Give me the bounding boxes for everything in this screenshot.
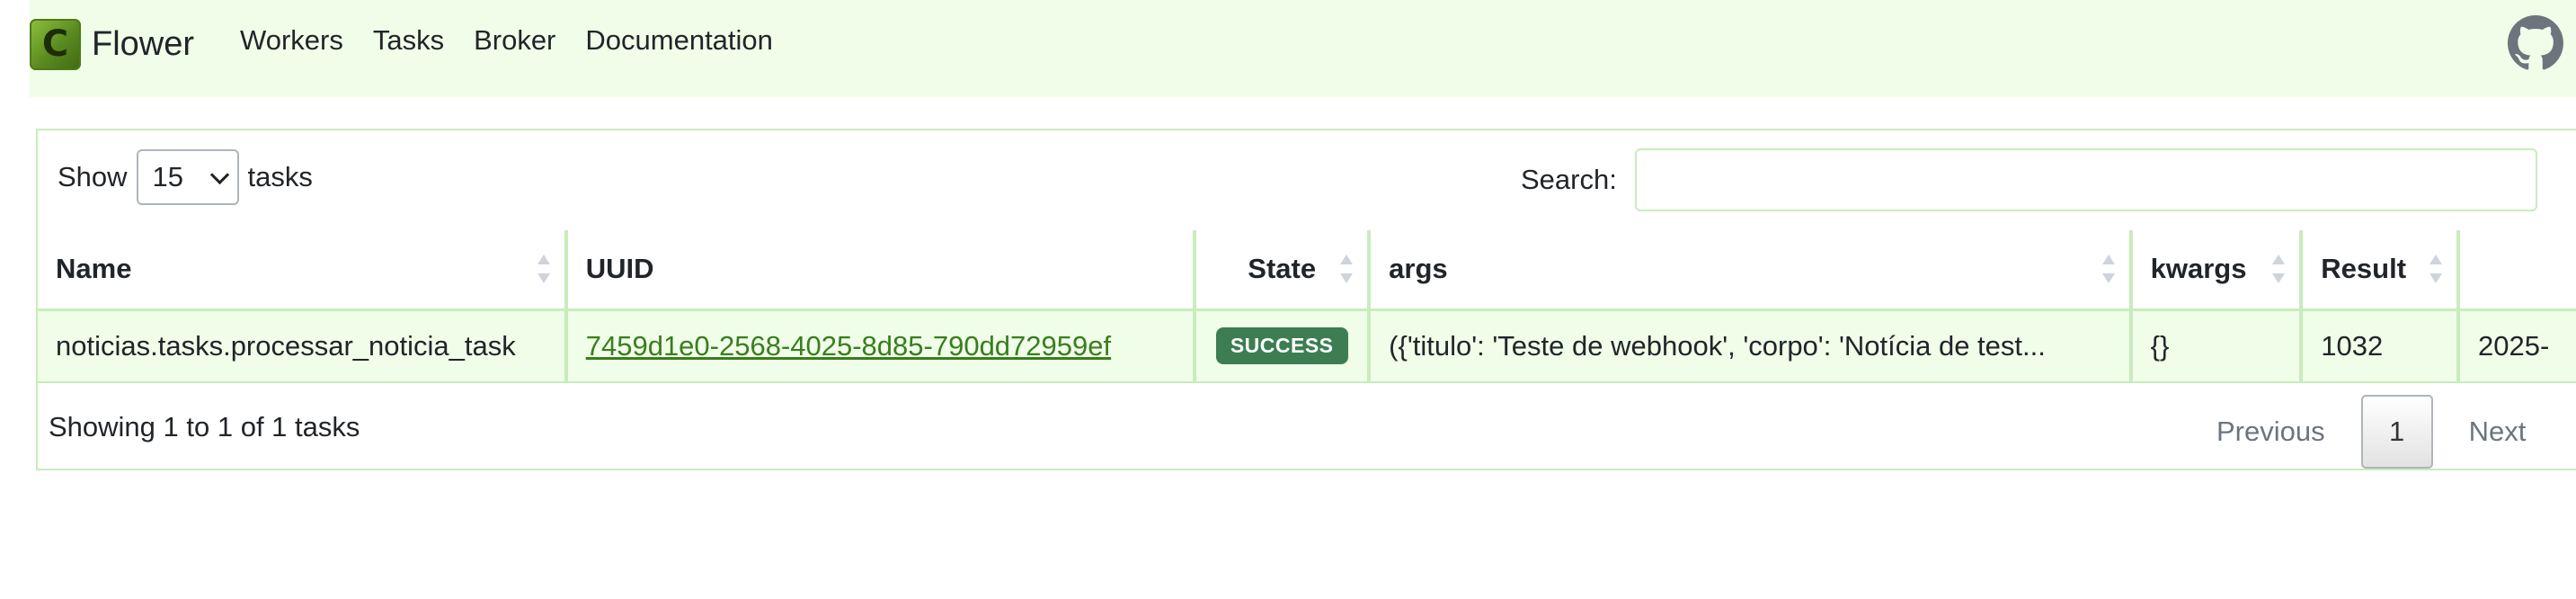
cell-result: 1032 (2299, 309, 2459, 383)
nav-link-documentation[interactable]: Documentation (585, 24, 773, 57)
task-uuid-link[interactable]: 7459d1e0-2568-4025-8d85-790dd72959ef (586, 330, 1111, 362)
previous-page-button[interactable]: Previous (2216, 416, 2325, 448)
cell-kwargs: {} (2128, 309, 2302, 383)
next-page-button[interactable]: Next (2469, 416, 2527, 448)
cell-received: 2025- (2456, 309, 2576, 383)
nav-link-workers[interactable]: Workers (240, 24, 343, 57)
sort-icon (537, 253, 550, 285)
sort-icon (2101, 253, 2115, 285)
page-size-select[interactable]: 15 (136, 149, 239, 205)
navbar: C Flower Workers Tasks Broker Documentat… (30, 0, 2576, 97)
status-badge: SUCCESS (1215, 327, 1348, 365)
page-size-control: Show 15 tasks (58, 149, 313, 205)
column-header-kwargs[interactable]: kwargs (2128, 230, 2302, 311)
sort-icon (1340, 253, 1354, 285)
sort-icon (2272, 253, 2286, 285)
tasks-label: tasks (247, 161, 313, 192)
column-header-name[interactable]: Name (38, 230, 566, 311)
github-icon[interactable] (2508, 15, 2563, 71)
search-control: Search: (1521, 148, 2537, 211)
page-1-button[interactable]: 1 (2360, 395, 2433, 469)
column-header-args[interactable]: args (1367, 230, 2131, 311)
table-row: noticias.tasks.processar_noticia_task 74… (38, 309, 2576, 383)
brand[interactable]: C Flower (30, 18, 194, 70)
table-header-row: Name UUID State args kwargs Result (38, 230, 2576, 311)
page-size-value: 15 (152, 161, 184, 192)
celery-logo-icon: C (30, 18, 81, 70)
chevron-down-icon (209, 165, 229, 184)
nav-link-broker[interactable]: Broker (474, 24, 555, 57)
search-label: Search: (1521, 164, 1617, 195)
tasks-table: Name UUID State args kwargs Result notic… (38, 230, 2576, 383)
brand-name: Flower (92, 24, 195, 63)
cell-uuid: 7459d1e0-2568-4025-8d85-790dd72959ef (564, 309, 1195, 383)
cell-args: ({'titulo': 'Teste de webhook', 'corpo':… (1367, 309, 2131, 383)
nav-links: Workers Tasks Broker Documentation (240, 24, 803, 57)
column-header-result[interactable]: Result (2299, 230, 2459, 311)
pagination: Previous 1 Next (2216, 395, 2526, 469)
search-input[interactable] (1634, 148, 2537, 211)
column-header-received[interactable] (2456, 230, 2576, 311)
sort-icon (2429, 253, 2443, 285)
show-label: Show (58, 161, 128, 192)
table-info: Showing 1 to 1 of 1 tasks (49, 411, 360, 443)
cell-state: SUCCESS (1193, 309, 1370, 383)
nav-link-tasks[interactable]: Tasks (373, 24, 444, 57)
tasks-panel: Show 15 tasks Search: Name UUID State ar… (36, 129, 2576, 470)
cell-name: noticias.tasks.processar_noticia_task (38, 309, 566, 383)
column-header-state[interactable]: State (1193, 230, 1370, 311)
column-header-uuid[interactable]: UUID (564, 230, 1195, 311)
